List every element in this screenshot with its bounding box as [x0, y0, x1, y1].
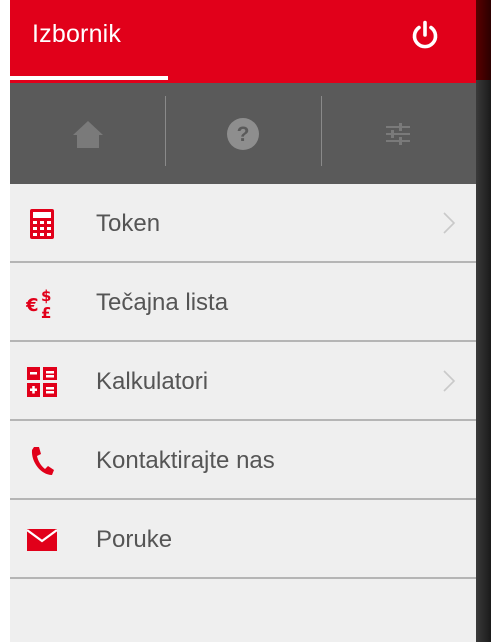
quick-tab-bar: ?: [10, 83, 476, 184]
tab-settings[interactable]: [320, 83, 476, 184]
home-icon: [72, 120, 103, 148]
background-app-header-edge: [476, 0, 491, 80]
svg-text:€: €: [26, 295, 39, 316]
drawer-header: Izbornik: [10, 0, 476, 76]
tab-help[interactable]: ?: [165, 83, 320, 184]
svg-text:£: £: [41, 304, 51, 320]
navigation-drawer: Izbornik ? Token € $ £ Tečajna lista Kal…: [10, 0, 476, 642]
chevron-right-icon: [443, 212, 456, 234]
calculator-icon: [24, 206, 60, 242]
tab-home[interactable]: [10, 83, 165, 184]
phone-icon: [24, 443, 60, 479]
settings-sliders-icon: [386, 122, 411, 145]
envelope-icon: [24, 522, 60, 558]
power-icon: [412, 20, 438, 49]
menu-item-contact-us[interactable]: Kontaktirajte nas: [10, 421, 476, 500]
menu-item-exchange-rates[interactable]: € $ £ Tečajna lista: [10, 263, 476, 342]
tab-indicator-bar: [10, 76, 476, 83]
logout-button[interactable]: [408, 18, 442, 52]
chevron-right-icon: [443, 370, 456, 392]
menu-item-label: Kalkulatori: [96, 367, 209, 395]
active-tab-indicator: [10, 76, 168, 80]
menu-item-label: Token: [96, 209, 161, 237]
drawer-title: Izbornik: [32, 20, 122, 48]
svg-text:?: ?: [237, 123, 250, 146]
menu-item-messages[interactable]: Poruke: [10, 500, 476, 579]
calculators-icon: [24, 364, 60, 400]
menu-item-calculators[interactable]: Kalkulatori: [10, 342, 476, 421]
menu-item-token[interactable]: Token: [10, 184, 476, 263]
menu-item-label: Tečajna lista: [96, 288, 229, 316]
background-app-edge: [476, 0, 491, 642]
svg-text:$: $: [41, 287, 51, 305]
main-menu: Token € $ £ Tečajna lista Kalkulatori Ko…: [10, 184, 476, 579]
menu-item-label: Kontaktirajte nas: [96, 446, 275, 474]
currency-icon: € $ £: [24, 285, 60, 321]
help-icon: ?: [226, 117, 259, 150]
menu-item-label: Poruke: [96, 525, 173, 553]
